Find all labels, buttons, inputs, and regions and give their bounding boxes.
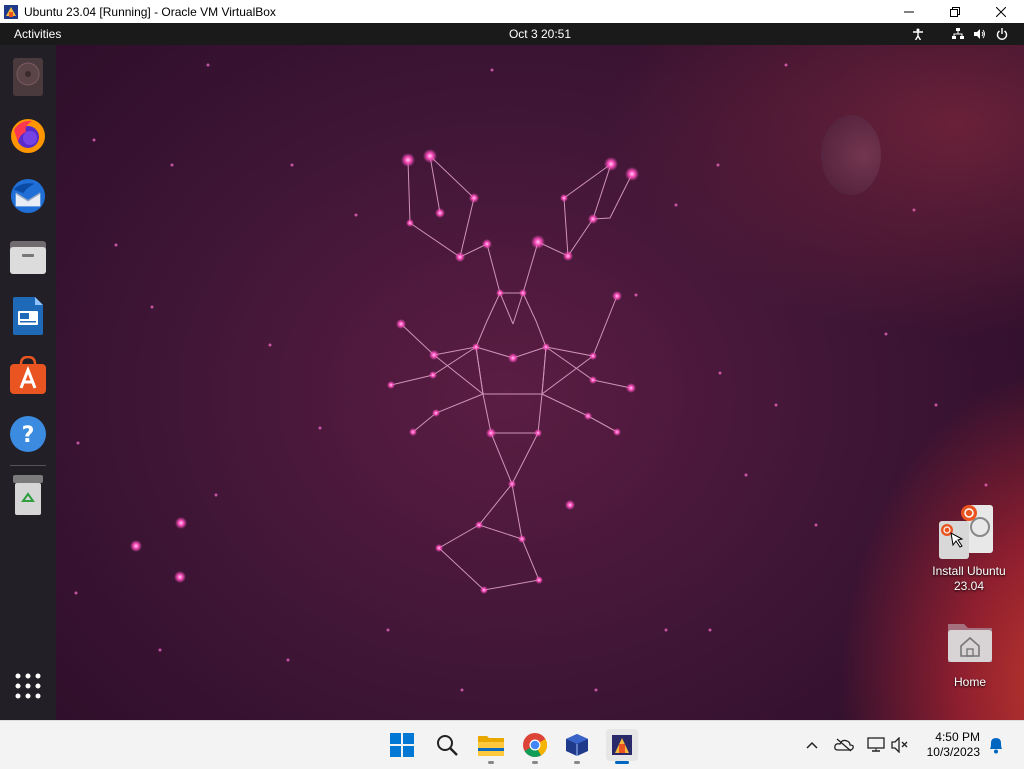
- start-button[interactable]: [386, 729, 418, 761]
- home-desktop-icon[interactable]: Home: [935, 618, 1005, 689]
- show-hidden-icons-button[interactable]: [802, 735, 822, 755]
- dock-item-trash[interactable]: [10, 475, 46, 515]
- minimize-button[interactable]: [886, 0, 932, 23]
- system-tray[interactable]: [904, 26, 1010, 42]
- dock-item-files[interactable]: [10, 239, 46, 275]
- app-center-icon: [10, 356, 46, 394]
- restore-icon: [950, 6, 960, 17]
- network-icon: [867, 737, 885, 752]
- active-indicator: [615, 761, 629, 764]
- volume-icon[interactable]: [972, 26, 988, 42]
- chrome-icon: [523, 733, 547, 757]
- help-icon: ?: [10, 416, 46, 452]
- taskbar-virtualbox-manager[interactable]: [561, 729, 593, 764]
- desktop-wallpaper: Install Ubuntu 23.04 Home: [56, 45, 1024, 720]
- speaker-muted-icon: [891, 737, 908, 753]
- install-ubuntu-label: Install Ubuntu 23.04: [932, 564, 1006, 593]
- svg-text:?: ?: [22, 423, 35, 448]
- running-indicator: [488, 761, 494, 764]
- home-label: Home: [953, 675, 986, 689]
- writer-icon: [13, 297, 43, 335]
- rhythmbox-icon: [13, 58, 43, 96]
- ubuntu-dock: ?: [0, 45, 56, 720]
- dock-item-app-center[interactable]: [10, 356, 46, 394]
- accessibility-icon[interactable]: [910, 26, 926, 42]
- dock-item-thunderbird[interactable]: [10, 178, 46, 214]
- home-folder-icon: [948, 624, 992, 662]
- virtualbox-app-icon: [3, 4, 19, 20]
- install-ubuntu-icon: [939, 505, 993, 559]
- onedrive-icon: [834, 738, 854, 752]
- show-apps-button[interactable]: [10, 668, 46, 704]
- running-indicator: [532, 761, 538, 764]
- close-icon: [996, 6, 1006, 17]
- virtualbox-vm-icon: [612, 735, 632, 755]
- install-ubuntu-desktop-icon[interactable]: Install Ubuntu 23.04: [932, 505, 1006, 594]
- close-button[interactable]: [978, 0, 1024, 23]
- minimize-icon: [904, 11, 914, 12]
- windows-taskbar: 4:50 PM 10/3/2023: [0, 720, 1024, 769]
- taskbar-file-explorer[interactable]: [475, 729, 507, 764]
- taskbar-date: 10/3/2023: [926, 745, 980, 759]
- taskbar-time: 4:50 PM: [935, 730, 980, 744]
- notification-center-button[interactable]: [986, 735, 1006, 755]
- volume-tray-button[interactable]: [890, 735, 910, 755]
- taskbar-search-button[interactable]: [431, 729, 463, 761]
- dock-separator: [10, 465, 46, 466]
- file-explorer-icon: [478, 736, 504, 756]
- bell-icon: [990, 738, 1002, 754]
- app-grid-icon: [15, 673, 41, 699]
- virtualbox-icon: [566, 734, 588, 756]
- virtualbox-titlebar: Ubuntu 23.04 [Running] - Oracle VM Virtu…: [0, 0, 1024, 23]
- dock-item-firefox[interactable]: [10, 118, 46, 154]
- search-icon: [437, 735, 458, 756]
- network-icon[interactable]: [950, 26, 966, 42]
- onedrive-tray-button[interactable]: [834, 735, 854, 755]
- taskbar-chrome[interactable]: [519, 729, 551, 764]
- taskbar-clock[interactable]: 4:50 PM 10/3/2023: [927, 730, 980, 760]
- network-tray-button[interactable]: [866, 735, 886, 755]
- running-indicator: [574, 761, 580, 764]
- lobster-constellation: [74, 63, 988, 692]
- thunderbird-icon: [10, 178, 46, 214]
- firefox-icon: [11, 119, 45, 153]
- restore-button[interactable]: [932, 0, 978, 23]
- dock-item-rhythmbox[interactable]: [10, 58, 46, 96]
- taskbar-virtualbox-vm[interactable]: [606, 729, 638, 764]
- dock-item-help[interactable]: ?: [10, 416, 46, 452]
- trash-icon: [13, 475, 43, 515]
- dock-item-writer[interactable]: [10, 297, 46, 335]
- window-title: Ubuntu 23.04 [Running] - Oracle VM Virtu…: [24, 4, 276, 19]
- power-icon[interactable]: [994, 26, 1010, 42]
- clock[interactable]: Oct 3 20:51: [0, 27, 1024, 41]
- files-icon: [10, 241, 46, 274]
- gnome-top-panel: Activities Oct 3 20:51: [0, 23, 1024, 45]
- windows-start-icon: [390, 733, 414, 757]
- chevron-up-icon: [806, 741, 818, 749]
